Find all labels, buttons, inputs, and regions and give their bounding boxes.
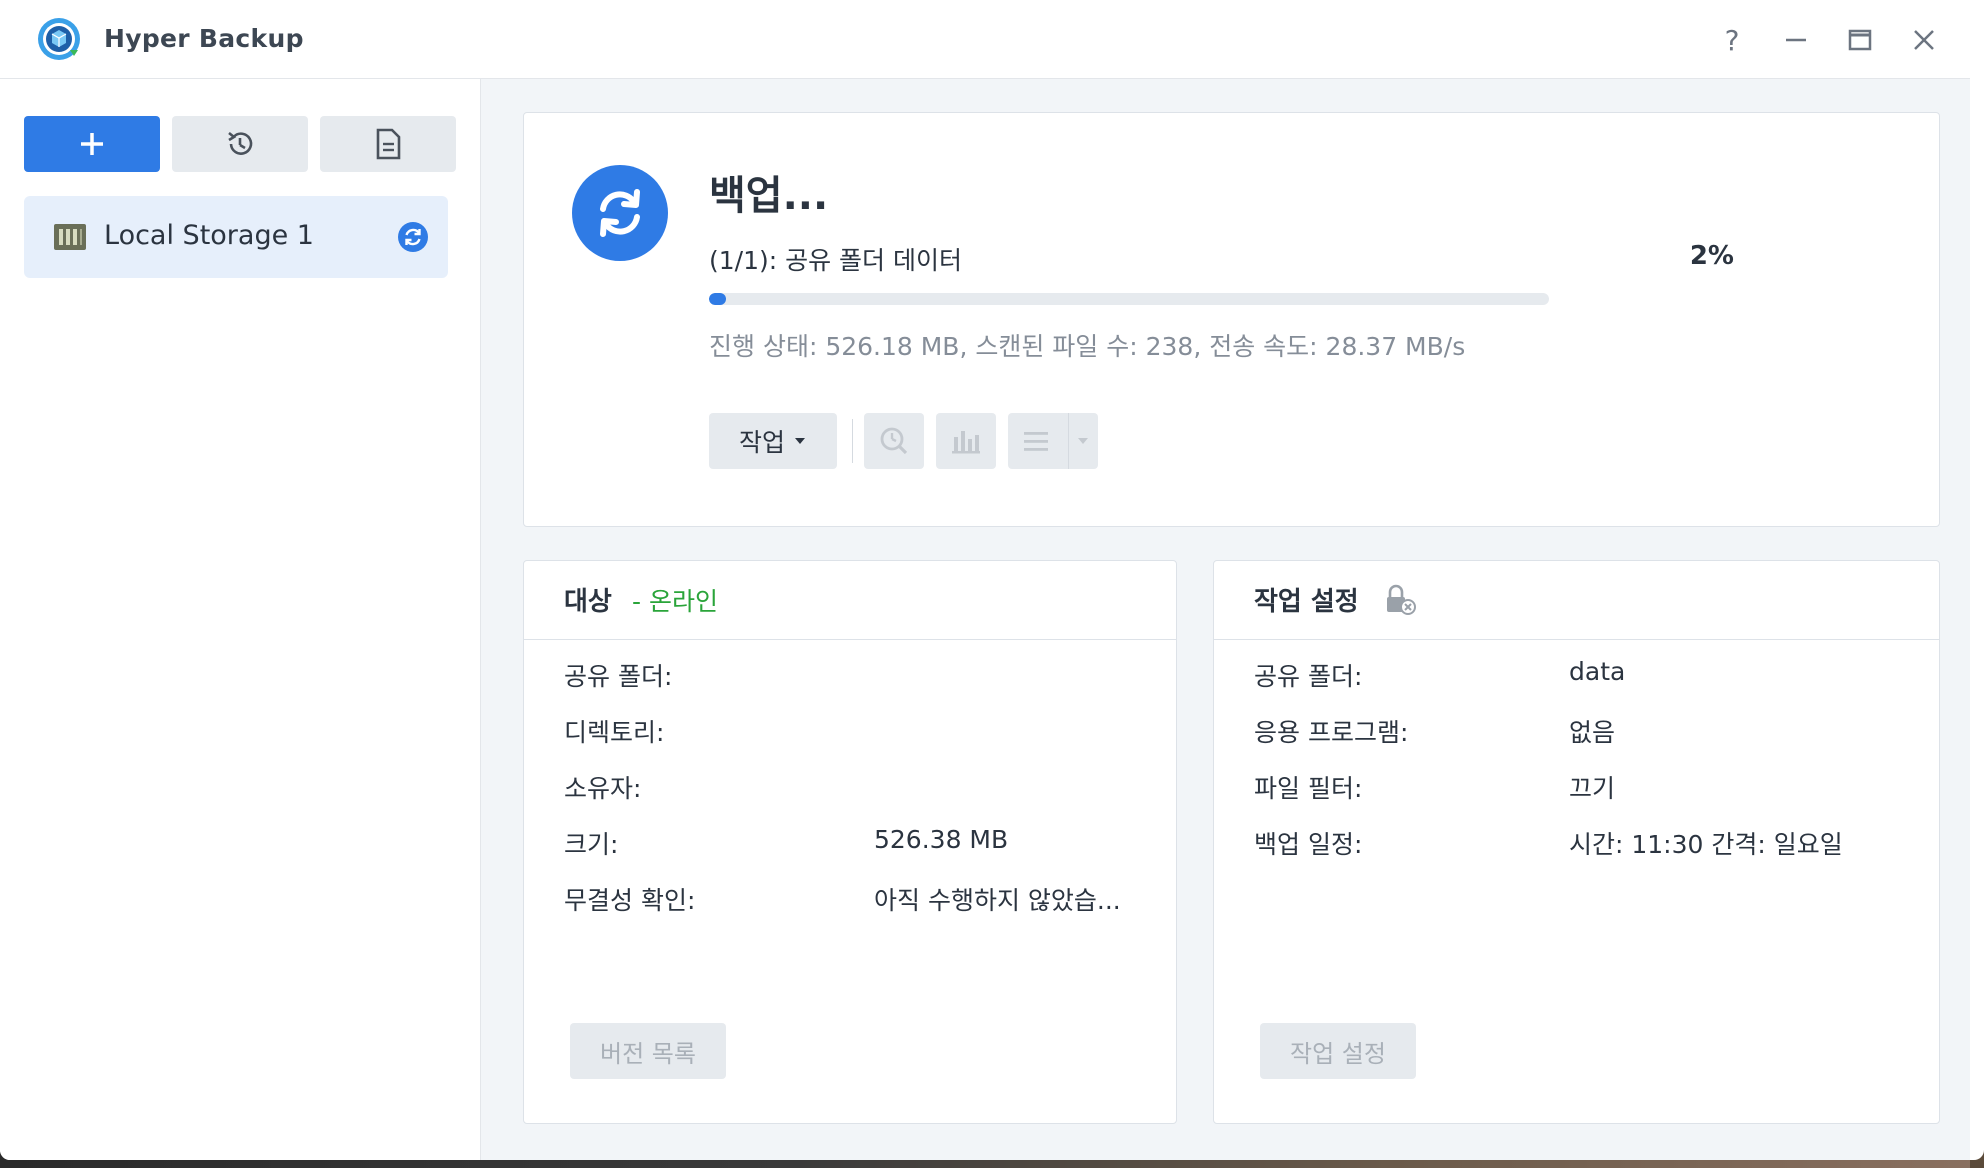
add-task-button[interactable] [24, 116, 160, 172]
storage-icon [54, 224, 86, 250]
target-title: 대상 [564, 587, 612, 617]
help-icon: ? [1724, 23, 1740, 57]
search-clock-icon [880, 427, 908, 455]
document-icon [376, 128, 401, 160]
progress-bar [709, 293, 1549, 305]
list-icon [1024, 432, 1048, 451]
close-icon [1914, 30, 1934, 50]
target-owner-label: 소유자: [564, 774, 642, 803]
task-settings-card: 작업 설정 공유 폴더: data 응용 프로그램: 없음 파일 필터: 끄기 … [1213, 560, 1940, 1124]
maximize-icon [1848, 29, 1872, 51]
task-settings-title: 작업 설정 [1254, 587, 1359, 617]
settings-schedule-label: 백업 일정: [1254, 830, 1363, 859]
sync-icon [398, 222, 428, 252]
minimize-button[interactable] [1776, 20, 1816, 60]
hyper-backup-logo-icon [36, 16, 82, 62]
minimize-icon [1786, 38, 1806, 42]
plus-icon [81, 133, 103, 155]
target-shared-folder-label: 공유 폴더: [564, 662, 673, 691]
settings-file-filter-value: 끄기 [1569, 774, 1616, 803]
backup-status-card: 백업... (1/1): 공유 폴더 데이터 2% 진행 상태: 526.18 … [523, 112, 1940, 527]
action-dropdown-button[interactable]: 작업 [709, 413, 837, 469]
version-list-button[interactable]: 버전 목록 [570, 1023, 726, 1079]
target-card: 대상 - 온라인 공유 폴더: 디렉토리: 소유자: 크기: 526.38 MB… [523, 560, 1177, 1124]
sidebar: Local Storage 1 [0, 79, 481, 1160]
task-settings-card-header: 작업 설정 [1214, 561, 1939, 640]
more-menu-button[interactable] [1008, 413, 1098, 469]
toolbar-separator [852, 419, 853, 463]
task-item-label: Local Storage 1 [104, 220, 314, 251]
history-icon [228, 131, 253, 155]
progress-bar-fill [709, 293, 726, 305]
target-size-label: 크기: [564, 830, 619, 859]
backup-sync-icon [572, 165, 668, 261]
app-window: Hyper Backup ? Local Storage 1 백업... (1/… [0, 0, 1984, 1160]
settings-application-label: 응용 프로그램: [1254, 718, 1409, 747]
status-title: 백업... [709, 173, 829, 219]
statistics-button[interactable] [936, 413, 996, 469]
caret-down-icon [795, 438, 805, 444]
help-button[interactable]: ? [1712, 20, 1752, 60]
target-online-status: - 온라인 [632, 587, 718, 616]
task-settings-button[interactable]: 작업 설정 [1260, 1023, 1416, 1079]
close-button[interactable] [1904, 20, 1944, 60]
task-item-local-storage-1[interactable]: Local Storage 1 [24, 196, 448, 278]
title-bar: Hyper Backup ? [0, 0, 1970, 79]
caret-down-icon [1078, 438, 1088, 444]
restore-button[interactable] [172, 116, 308, 172]
target-directory-label: 디렉토리: [564, 718, 665, 747]
progress-label: (1/1): 공유 폴더 데이터 [709, 246, 963, 275]
app-title: Hyper Backup [104, 24, 304, 53]
log-button[interactable] [320, 116, 456, 172]
bar-chart-icon [952, 431, 980, 454]
lock-disabled-icon [1387, 584, 1416, 615]
main-panel: 백업... (1/1): 공유 폴더 데이터 2% 진행 상태: 526.18 … [481, 79, 1970, 1160]
settings-file-filter-label: 파일 필터: [1254, 774, 1363, 803]
settings-schedule-value: 시간: 11:30 간격: 일요일 [1569, 830, 1843, 859]
target-integrity-label: 무결성 확인: [564, 886, 696, 915]
maximize-button[interactable] [1840, 20, 1880, 60]
settings-shared-folder-label: 공유 폴더: [1254, 662, 1363, 691]
target-card-header: 대상 - 온라인 [524, 561, 1176, 640]
integrity-check-button[interactable] [864, 413, 924, 469]
progress-percent: 2% [1689, 241, 1734, 271]
settings-application-value: 없음 [1569, 718, 1616, 747]
settings-shared-folder-value: data [1569, 657, 1626, 686]
target-size-value: 526.38 MB [874, 825, 1009, 854]
target-integrity-value: 아직 수행하지 않았습... [874, 886, 1121, 915]
split-divider [1068, 413, 1069, 469]
action-button-label: 작업 [738, 428, 785, 457]
progress-detail: 진행 상태: 526.18 MB, 스캔된 파일 수: 238, 전송 속도: … [709, 332, 1466, 361]
